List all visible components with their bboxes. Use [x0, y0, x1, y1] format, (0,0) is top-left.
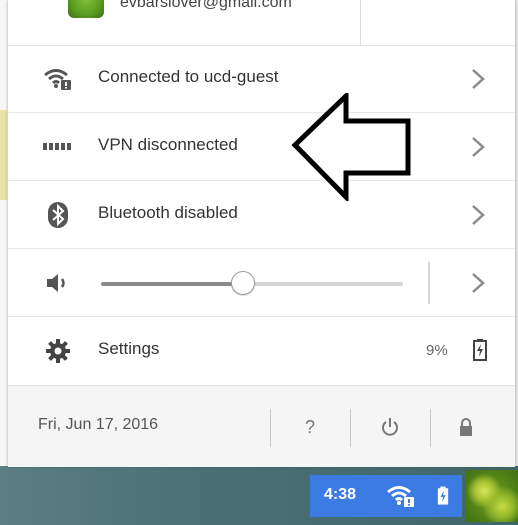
power-button[interactable]: [374, 412, 406, 442]
vpn-row[interactable]: VPN disconnected: [8, 113, 515, 181]
vpn-icon: [42, 133, 74, 161]
volume-row: [8, 249, 515, 317]
network-row[interactable]: Connected to ucd-guest: [8, 45, 515, 113]
lock-icon: [460, 418, 472, 436]
shelf-avatar[interactable]: [466, 470, 518, 522]
settings-label: Settings: [98, 339, 160, 358]
bluetooth-label: Bluetooth disabled: [98, 203, 238, 222]
system-tray-popup: evbarslover@gmail.com Connected to ucd-g…: [8, 0, 515, 467]
chevron-right-icon[interactable]: [466, 269, 490, 297]
battery-charging-icon: [437, 485, 449, 512]
volume-slider-thumb[interactable]: [231, 271, 255, 295]
wifi-locked-icon: [42, 65, 74, 93]
chevron-right-icon[interactable]: [466, 133, 490, 161]
chevron-right-icon[interactable]: [466, 201, 490, 229]
volume-divider: [428, 262, 430, 304]
desktop-wallpaper-strip: [0, 110, 7, 200]
shelf-clock: 4:38: [324, 486, 357, 503]
speaker-icon[interactable]: [42, 269, 74, 297]
help-button[interactable]: ?: [294, 412, 326, 442]
footer-divider: [430, 409, 431, 447]
volume-slider-fill: [101, 282, 243, 286]
footer-divider: [350, 409, 351, 447]
date-label[interactable]: Fri, Jun 17, 2016: [38, 416, 158, 434]
vpn-label: VPN disconnected: [98, 135, 238, 154]
bluetooth-icon: [42, 201, 74, 229]
settings-row[interactable]: Settings 9%: [8, 317, 515, 386]
footer-divider: [270, 409, 271, 447]
tray-footer: Fri, Jun 17, 2016 ?: [8, 385, 515, 467]
bluetooth-row[interactable]: Bluetooth disabled: [8, 181, 515, 249]
battery-percent: 9%: [426, 342, 448, 359]
shelf-status-area[interactable]: 4:38: [310, 475, 462, 517]
account-email: evbarslover@gmail.com: [120, 0, 292, 11]
network-label: Connected to ucd-guest: [98, 67, 279, 86]
account-avatar: [68, 0, 104, 18]
arrow-annotation-icon: [291, 93, 411, 201]
account-row[interactable]: evbarslover@gmail.com: [8, 0, 515, 46]
power-icon: [382, 418, 398, 436]
wifi-locked-icon: [386, 484, 416, 513]
gear-icon: [42, 337, 74, 365]
account-divider: [360, 0, 361, 45]
chevron-right-icon[interactable]: [466, 65, 490, 93]
lock-button[interactable]: [450, 412, 482, 442]
battery-charging-icon: [473, 339, 487, 366]
